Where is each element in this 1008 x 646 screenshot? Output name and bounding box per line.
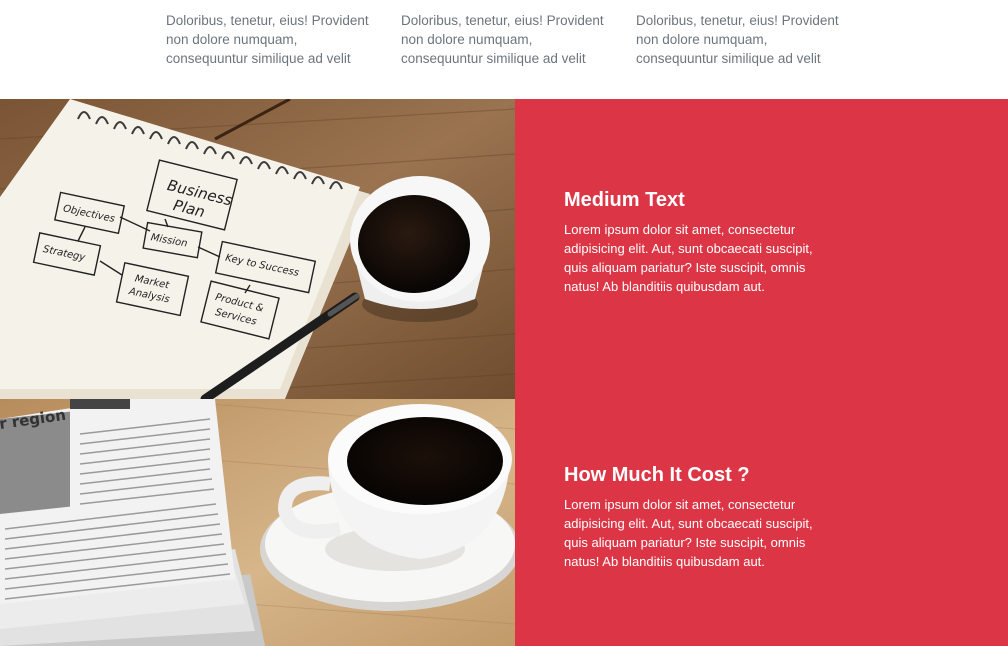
info-block-2-title: How Much It Cost ? (564, 464, 750, 486)
feature-text-2: Doloribus, tenetur, eius! Provident non … (401, 12, 604, 66)
info-block-2-body: Lorem ipsum dolor sit amet, consectetur … (564, 497, 813, 569)
info-block-2: How Much It Cost ? Lorem ipsum dolor sit… (564, 463, 819, 571)
info-section: Business Plan Objectives Mission Strateg… (0, 99, 1008, 646)
features-strip: Doloribus, tenetur, eius! Provident non … (0, 0, 1008, 99)
info-panel: Medium Text Lorem ipsum dolor sit amet, … (515, 99, 1008, 646)
feature-text-1: Doloribus, tenetur, eius! Provident non … (166, 12, 369, 66)
business-plan-image: Business Plan Objectives Mission Strateg… (0, 99, 515, 399)
feature-text-3: Doloribus, tenetur, eius! Provident non … (636, 12, 839, 66)
info-block-1-body: Lorem ipsum dolor sit amet, consectetur … (564, 222, 813, 294)
info-block-1-title: Medium Text (564, 189, 685, 211)
info-block-1: Medium Text Lorem ipsum dolor sit amet, … (564, 188, 819, 296)
newspaper-coffee-image: r region (0, 399, 515, 646)
